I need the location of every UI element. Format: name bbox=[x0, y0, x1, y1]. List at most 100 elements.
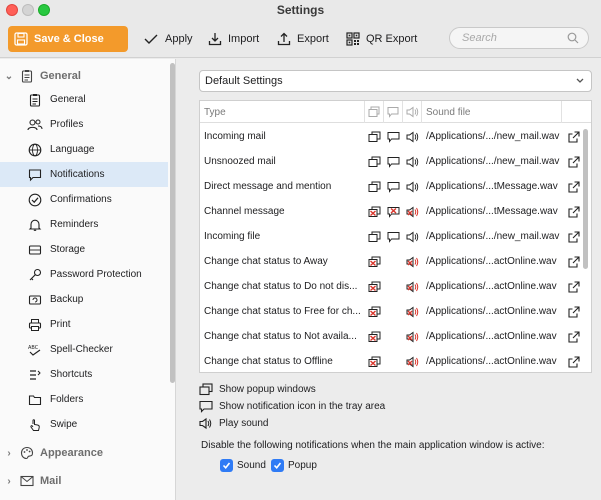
checkbox-checked-icon[interactable] bbox=[220, 458, 233, 472]
sidebar-item-profiles[interactable]: Profiles bbox=[0, 112, 168, 137]
table-row[interactable]: Channel message/Applications/...tMessage… bbox=[200, 199, 591, 224]
tray-toggle-icon[interactable] bbox=[384, 224, 403, 249]
sidebar-item-language[interactable]: Language bbox=[0, 137, 168, 162]
open-external-icon[interactable] bbox=[566, 124, 582, 149]
save-close-label: Save & Close bbox=[34, 33, 104, 45]
sidebar-item-notifications[interactable]: Notifications bbox=[0, 162, 168, 187]
popup-window-icon bbox=[199, 383, 213, 396]
popup-disabled-icon[interactable] bbox=[365, 349, 384, 372]
sound-toggle-icon[interactable] bbox=[403, 174, 422, 199]
column-header-popup[interactable] bbox=[365, 101, 384, 123]
sidebar-item-reminders[interactable]: Reminders bbox=[0, 212, 168, 237]
sidebar-item-password-protection[interactable]: Password Protection bbox=[0, 262, 168, 287]
table-scrollbar[interactable] bbox=[583, 129, 588, 269]
disable-notifications-label: Disable the following notifications when… bbox=[201, 440, 545, 451]
table-row[interactable]: Direct message and mention/Applications/… bbox=[200, 174, 591, 199]
sound-muted-icon[interactable] bbox=[403, 349, 422, 372]
popup-disabled-icon[interactable] bbox=[365, 274, 384, 299]
table-row[interactable]: Change chat status to Away/Applications/… bbox=[200, 249, 591, 274]
sidebar-item-shortcuts[interactable]: Shortcuts bbox=[0, 362, 168, 387]
sidebar-item-print[interactable]: Print bbox=[0, 312, 168, 337]
table-row[interactable]: Incoming mail/Applications/.../new_mail.… bbox=[200, 124, 591, 149]
sound-toggle-icon[interactable] bbox=[403, 149, 422, 174]
sound-muted-icon[interactable] bbox=[403, 299, 422, 324]
sound-toggle-icon[interactable] bbox=[403, 124, 422, 149]
import-button[interactable]: Import bbox=[208, 26, 259, 52]
chevron-right-icon[interactable]: › bbox=[0, 448, 18, 459]
popup-toggle-icon[interactable] bbox=[365, 174, 384, 199]
sidebar-item-general[interactable]: General bbox=[0, 87, 168, 112]
sidebar-item-spell-checker[interactable]: ABC Spell-Checker bbox=[0, 337, 168, 362]
sound-muted-icon[interactable] bbox=[403, 324, 422, 349]
notifications-panel: Default Settings Type Sound file Incomin… bbox=[177, 59, 601, 500]
sound-toggle-icon[interactable] bbox=[403, 224, 422, 249]
tray-disabled-icon[interactable] bbox=[384, 199, 403, 224]
sidebar-group-general[interactable]: ⌄ General bbox=[0, 65, 168, 87]
table-row[interactable]: Change chat status to Do not dis... /Appl… bbox=[200, 274, 591, 299]
popup-disabled-icon[interactable] bbox=[365, 199, 384, 224]
sound-muted-icon[interactable] bbox=[403, 199, 422, 224]
popup-toggle-icon[interactable] bbox=[365, 124, 384, 149]
legend-sound-label: Play sound bbox=[219, 418, 269, 429]
table-row[interactable]: Change chat status to Not availa... /Appl… bbox=[200, 324, 591, 349]
chat-bubble-icon bbox=[387, 107, 399, 118]
key-icon bbox=[26, 268, 44, 282]
popup-disabled-icon[interactable] bbox=[365, 299, 384, 324]
table-row[interactable]: Change chat status to Free for ch... /App… bbox=[200, 299, 591, 324]
column-header-sound[interactable] bbox=[403, 101, 422, 123]
sound-muted-icon[interactable] bbox=[403, 249, 422, 274]
disable-popup-label: Popup bbox=[288, 459, 317, 471]
backup-icon bbox=[26, 293, 44, 307]
popup-toggle-icon[interactable] bbox=[365, 149, 384, 174]
sidebar-item-swipe[interactable]: Swipe bbox=[0, 412, 168, 437]
tray-empty-cell bbox=[384, 249, 403, 274]
open-external-icon[interactable] bbox=[566, 149, 582, 174]
sidebar-group-mail[interactable]: › Mail bbox=[0, 470, 168, 492]
disable-sound-label: Sound bbox=[237, 459, 266, 471]
open-external-icon[interactable] bbox=[566, 274, 582, 299]
save-close-button[interactable]: Save & Close bbox=[8, 26, 128, 52]
qr-export-button[interactable]: QR Export bbox=[346, 26, 417, 52]
open-external-icon[interactable] bbox=[566, 349, 582, 372]
apply-button[interactable]: Apply bbox=[143, 26, 193, 52]
table-row[interactable]: Change chat status to Offline/Applicatio… bbox=[200, 349, 591, 372]
sidebar-scrollbar[interactable] bbox=[170, 63, 175, 383]
sidebar-group-appearance[interactable]: › Appearance bbox=[0, 442, 168, 464]
open-external-icon[interactable] bbox=[566, 199, 582, 224]
tray-toggle-icon[interactable] bbox=[384, 149, 403, 174]
sidebar-item-backup[interactable]: Backup bbox=[0, 287, 168, 312]
column-header-type[interactable]: Type bbox=[200, 101, 365, 123]
export-button[interactable]: Export bbox=[277, 26, 329, 52]
chevron-down-icon[interactable]: ⌄ bbox=[0, 71, 18, 82]
popup-disabled-icon[interactable] bbox=[365, 249, 384, 274]
checkbox-checked-icon[interactable] bbox=[271, 458, 284, 472]
open-external-icon[interactable] bbox=[566, 299, 582, 324]
popup-toggle-icon[interactable] bbox=[365, 224, 384, 249]
open-external-icon[interactable] bbox=[566, 224, 582, 249]
tray-toggle-icon[interactable] bbox=[384, 174, 403, 199]
sidebar-item-confirmations[interactable]: Confirmations bbox=[0, 187, 168, 212]
sound-muted-icon[interactable] bbox=[403, 274, 422, 299]
column-header-tray[interactable] bbox=[384, 101, 403, 123]
search-input[interactable] bbox=[462, 31, 567, 45]
table-row[interactable]: Incoming file/Applications/.../new_mail.… bbox=[200, 224, 591, 249]
tray-toggle-icon[interactable] bbox=[384, 124, 403, 149]
search-box[interactable] bbox=[449, 27, 589, 49]
disable-sound-checkbox[interactable]: Sound bbox=[220, 457, 266, 473]
row-sound-file: /Applications/.../new_mail.wav bbox=[426, 131, 560, 142]
popup-disabled-icon[interactable] bbox=[365, 324, 384, 349]
export-icon bbox=[277, 32, 291, 46]
speaker-icon bbox=[199, 417, 212, 430]
export-label: Export bbox=[297, 33, 329, 45]
sidebar-item-storage[interactable]: Storage bbox=[0, 237, 168, 262]
chevron-right-icon[interactable]: › bbox=[0, 476, 18, 487]
open-external-icon[interactable] bbox=[566, 324, 582, 349]
profile-select[interactable]: Default Settings bbox=[199, 70, 592, 92]
open-external-icon[interactable] bbox=[566, 174, 582, 199]
sidebar-item-label: Spell-Checker bbox=[50, 344, 113, 355]
open-external-icon[interactable] bbox=[566, 249, 582, 274]
table-row[interactable]: Unsnoozed mail/Applications/.../new_mail… bbox=[200, 149, 591, 174]
column-header-sound-file[interactable]: Sound file bbox=[422, 101, 562, 123]
disable-popup-checkbox[interactable]: Popup bbox=[271, 457, 317, 473]
sidebar-item-folders[interactable]: Folders bbox=[0, 387, 168, 412]
